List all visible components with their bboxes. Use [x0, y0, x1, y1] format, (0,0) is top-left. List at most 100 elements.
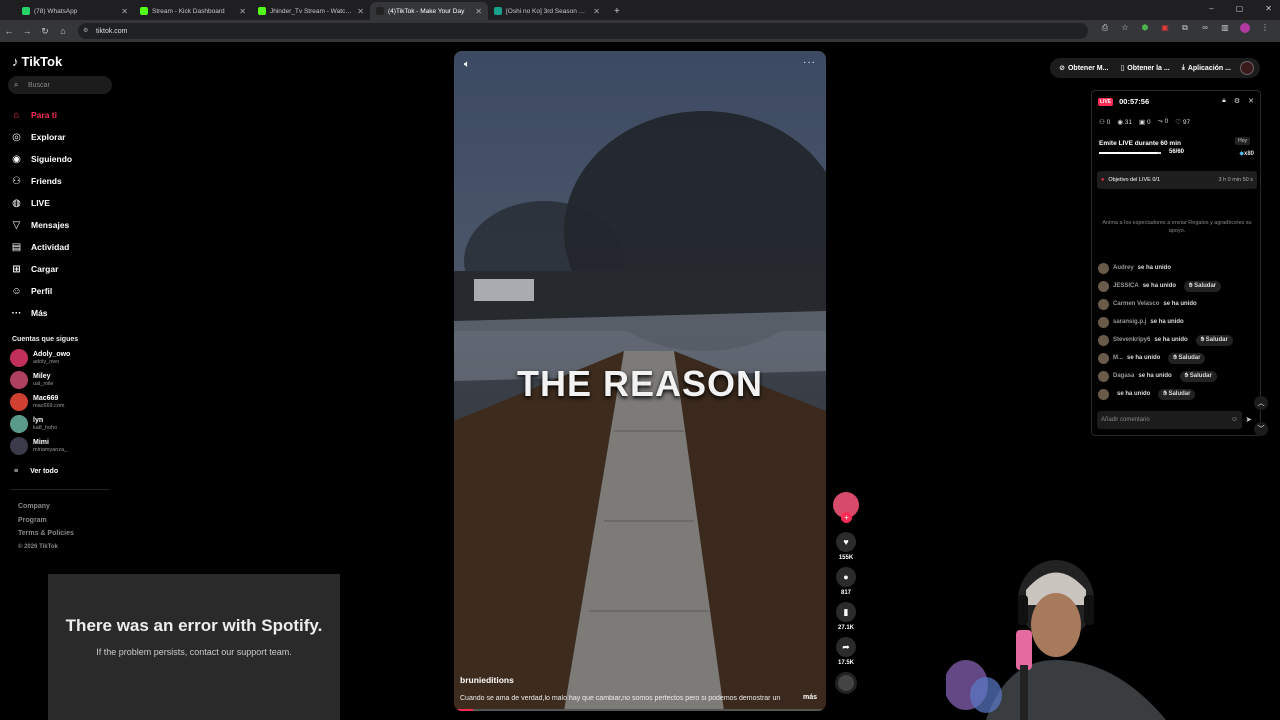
- like-count: 155K: [838, 555, 854, 561]
- chevron-up-icon[interactable]: ︿: [1254, 396, 1268, 410]
- chevron-down-icon[interactable]: ﹀: [1254, 422, 1268, 436]
- video-progress-bar[interactable]: [454, 709, 826, 711]
- greet-button[interactable]: ✋︎ Saludar: [1195, 334, 1233, 346]
- followed-account[interactable]: Adoly_owo adoly_owo: [10, 348, 120, 368]
- sidebar-item-compass[interactable]: ◎ Explorar: [10, 126, 110, 148]
- save-action[interactable]: ▮ 27.1K: [832, 602, 860, 631]
- share-action[interactable]: ➦ 17.5K: [832, 637, 860, 666]
- install-icon[interactable]: ⎙: [1100, 23, 1110, 33]
- shield-extension-icon[interactable]: ⬢: [1140, 23, 1150, 33]
- close-window-icon[interactable]: ✕: [1265, 4, 1272, 13]
- profile-avatar-icon[interactable]: [1240, 23, 1250, 33]
- browser-tab[interactable]: (78) WhatsApp ✕: [16, 2, 134, 20]
- sidebar-item-label: Para ti: [31, 110, 57, 120]
- sidebar-item-messages[interactable]: ▽ Mensajes: [10, 214, 110, 236]
- tab-close-icon[interactable]: ✕: [475, 7, 482, 16]
- footer-link[interactable]: Program: [18, 514, 74, 528]
- followed-account[interactable]: Mac669 mac669.com: [10, 392, 120, 412]
- bookmark-icon[interactable]: ▮: [836, 602, 856, 622]
- live-objective[interactable]: ● Objetivo del LIVE 0/1 3 h 0 min 50 s: [1097, 171, 1257, 189]
- viewer-name[interactable]: Dagasa: [1113, 373, 1134, 379]
- greet-button[interactable]: ✋︎ Saludar: [1184, 280, 1222, 292]
- viewer-name[interactable]: Stevenkripy6: [1113, 337, 1150, 343]
- settings-icon[interactable]: ⚙: [1234, 97, 1240, 105]
- like-action[interactable]: ♥ 155K: [832, 532, 860, 561]
- link-icon[interactable]: ∞: [1200, 23, 1210, 33]
- comment-input[interactable]: Añadir comentario ☺: [1097, 411, 1242, 429]
- avatar: [10, 393, 28, 411]
- account-name: Mimi: [33, 439, 49, 446]
- search-input[interactable]: ⌕ Buscar: [8, 76, 112, 94]
- followed-account[interactable]: Mimi miriamyanza_: [10, 436, 120, 456]
- share-icon[interactable]: ➦: [836, 637, 856, 657]
- minimize-icon[interactable]: –: [1209, 4, 1213, 13]
- comment-icon[interactable]: ●: [836, 567, 856, 587]
- followed-account[interactable]: lyn ka8_hoho: [10, 414, 120, 434]
- sidebar-item-home[interactable]: ⌂ Para ti: [10, 104, 110, 126]
- sidebar-item-live[interactable]: ◍ LIVE: [10, 192, 110, 214]
- viewer-name[interactable]: Audrey: [1113, 265, 1134, 271]
- viewer-name[interactable]: saransig.p.j: [1113, 319, 1146, 325]
- tab-close-icon[interactable]: ✕: [239, 7, 246, 16]
- footer-link[interactable]: Terms & Policies: [18, 527, 74, 541]
- music-disc-icon[interactable]: [835, 672, 857, 694]
- sidebar-item-activity[interactable]: ▤ Actividad: [10, 236, 110, 258]
- tiktok-logo[interactable]: ♪ TikTok: [12, 54, 62, 69]
- greet-label: Saludar: [1168, 390, 1191, 397]
- sidebar-item-more[interactable]: ··· Más: [10, 302, 110, 324]
- video-more-icon[interactable]: ···: [803, 57, 816, 68]
- tab-close-icon[interactable]: ✕: [121, 7, 128, 16]
- user-avatar[interactable]: [1240, 61, 1254, 75]
- site-info-icon[interactable]: ⚙: [83, 27, 88, 34]
- greet-button[interactable]: ✋︎ Saludar: [1179, 370, 1217, 382]
- get-app-button[interactable]: ▯ Obtener la ...: [1117, 64, 1172, 73]
- new-tab-icon[interactable]: +: [614, 2, 620, 20]
- creator-avatar[interactable]: +: [833, 492, 859, 523]
- tab-close-icon[interactable]: ✕: [593, 7, 600, 16]
- sidebar-item-upload[interactable]: ⊞ Cargar: [10, 258, 110, 280]
- emoji-icon[interactable]: ☺: [1231, 416, 1238, 423]
- viewer-name[interactable]: M...: [1113, 355, 1123, 361]
- sidebar-item-profile[interactable]: ☺ Perfil: [10, 280, 110, 302]
- footer-link[interactable]: Company: [18, 500, 74, 514]
- greet-button[interactable]: ✋︎ Saludar: [1168, 352, 1206, 364]
- followed-account[interactable]: Miley ual_mile: [10, 370, 120, 390]
- get-coins-button[interactable]: ⊘ Obtener M...: [1056, 64, 1111, 73]
- home-browser-icon[interactable]: ⌂: [54, 26, 72, 36]
- greet-button[interactable]: ✋︎ Saludar: [1158, 388, 1196, 400]
- browser-tab[interactable]: [Oshi no Ko] 3rd Season Episod ✕: [488, 2, 606, 20]
- follow-plus-icon[interactable]: +: [841, 512, 852, 523]
- desktop-app-button[interactable]: ⤓ Aplicación ...: [1179, 64, 1234, 72]
- url-field[interactable]: ⚙ tiktok.com: [78, 23, 1088, 39]
- forward-icon[interactable]: →: [18, 26, 36, 36]
- video-player[interactable]: 🔈︎ ··· THE REASON brunieditions Cuando s…: [454, 51, 826, 711]
- browser-tab[interactable]: Jhinder_Tv Stream - Watch Live ✕: [252, 2, 370, 20]
- menu-dots-icon[interactable]: ⋮: [1260, 23, 1270, 33]
- sidebar-item-friends[interactable]: ⚇ Friends: [10, 170, 110, 192]
- send-icon[interactable]: ➤: [1245, 415, 1252, 424]
- viewer-name[interactable]: Carmen Velasco: [1113, 301, 1159, 307]
- lock-icon[interactable]: 🔒︎: [1222, 97, 1226, 105]
- bookmark-star-icon[interactable]: ☆: [1120, 23, 1130, 33]
- browser-tab[interactable]: (4)TikTok - Make Your Day ✕: [370, 2, 488, 20]
- maximize-icon[interactable]: ▢: [1236, 4, 1244, 13]
- tab-close-icon[interactable]: ✕: [357, 7, 364, 16]
- puzzle-icon[interactable]: ⧉: [1180, 23, 1190, 33]
- heart-icon[interactable]: ♥: [836, 532, 856, 552]
- viewer-name[interactable]: JESSICA: [1113, 283, 1139, 289]
- sidebar-item-following[interactable]: ◉ Siguiendo: [10, 148, 110, 170]
- sidebar-icon[interactable]: ▥: [1220, 23, 1230, 33]
- more-description-link[interactable]: más: [803, 694, 817, 701]
- video-author[interactable]: brunieditions: [460, 675, 514, 685]
- reload-icon[interactable]: ↻: [36, 26, 54, 37]
- comment-action[interactable]: ● 817: [832, 567, 860, 596]
- browser-tab[interactable]: Stream - Kick Dashboard ✕: [134, 2, 252, 20]
- close-icon[interactable]: ✕: [1248, 97, 1254, 105]
- see-all-link[interactable]: ≡ Ver todo: [14, 468, 58, 475]
- back-icon[interactable]: ←: [0, 26, 18, 36]
- volume-icon[interactable]: 🔈︎: [464, 59, 470, 70]
- reward-multiplier: ◆x80: [1239, 150, 1254, 157]
- tab-label: Stream - Kick Dashboard: [152, 7, 225, 15]
- account-handle: mac669.com: [33, 403, 65, 409]
- record-extension-icon[interactable]: ▣: [1160, 23, 1170, 33]
